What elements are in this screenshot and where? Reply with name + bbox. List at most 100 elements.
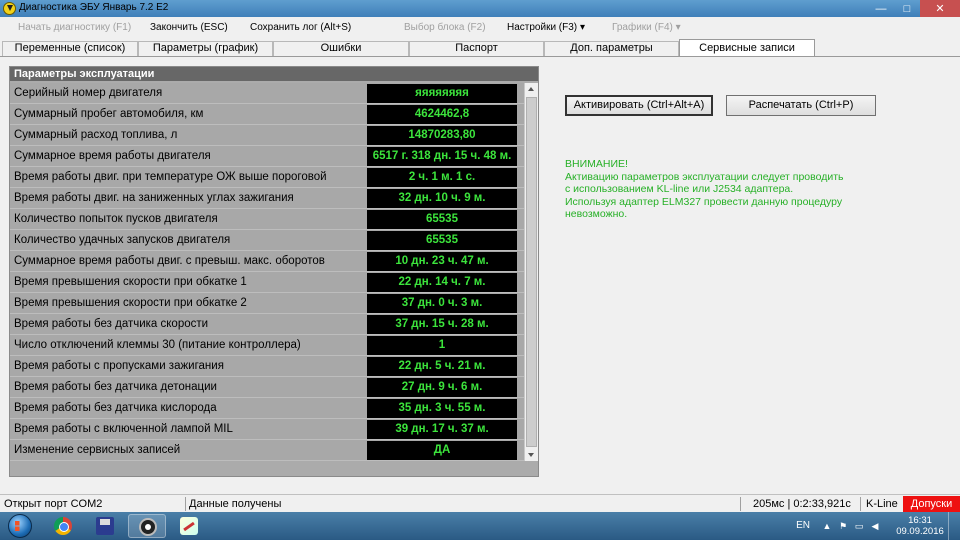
parameter-value: 1 (367, 336, 517, 355)
save-disk-icon (96, 517, 114, 535)
menu-save-log[interactable]: Сохранить лог (Alt+S) (250, 22, 351, 33)
parameter-value: 39 дн. 17 ч. 37 м. (367, 420, 517, 439)
table-row: Время работы двиг. при температуре ОЖ вы… (10, 167, 524, 188)
parameter-value: ДА (367, 441, 517, 460)
menu-select-unit[interactable]: Выбор блока (F2) (404, 22, 486, 33)
parameter-label: Серийный номер двигателя (14, 87, 163, 99)
clock[interactable]: 16:31 09.09.2016 (896, 515, 944, 537)
status-line: K-Line (866, 498, 898, 510)
tray-arrow-icon[interactable]: ▲ (822, 521, 832, 531)
diagnostics-icon (139, 518, 157, 536)
taskbar-app-paint[interactable] (170, 514, 208, 538)
parameter-value: 10 дн. 23 ч. 47 м. (367, 252, 517, 271)
tab-passport[interactable]: Паспорт (409, 41, 544, 56)
scroll-up-icon[interactable] (525, 83, 538, 96)
tab-service-records[interactable]: Сервисные записи (679, 39, 815, 56)
activate-button[interactable]: Активировать (Ctrl+Alt+A) (565, 95, 713, 116)
parameter-value: 22 дн. 5 ч. 21 м. (367, 357, 517, 376)
windows-taskbar: EN ▲ ⚑ ▭ ◀ 16:31 09.09.2016 (0, 512, 960, 540)
scroll-thumb[interactable] (526, 97, 537, 447)
language-indicator[interactable]: EN (796, 520, 810, 531)
menu-finish[interactable]: Закончить (ESC) (150, 22, 228, 33)
table-row: Время превышения скорости при обкатке 2 3… (10, 293, 524, 314)
window-title: Диагностика ЭБУ Январь 7.2 Е2 (19, 2, 169, 13)
parameter-value: 65535 (367, 210, 517, 229)
warning-message: ВНИМАНИЕ! Активацию параметров эксплуата… (565, 158, 865, 221)
chevron-down-icon: ▾ (675, 22, 681, 33)
parameter-label: Время работы без датчика скорости (14, 318, 209, 330)
table-row: Время работы двиг. на заниженных углах з… (10, 188, 524, 209)
minimize-button[interactable]: — (868, 0, 894, 17)
panel-title: Параметры эксплуатации (10, 67, 538, 81)
clock-date: 09.09.2016 (896, 526, 944, 537)
table-row: Количество попыток пусков двигателя 65535 (10, 209, 524, 230)
taskbar-app-chrome[interactable] (44, 514, 82, 538)
table-row: Изменение сервисных записей ДА (10, 440, 524, 461)
window-controls: — □ ✕ (868, 0, 960, 17)
close-button[interactable]: ✕ (920, 0, 960, 17)
scroll-down-icon[interactable] (525, 448, 538, 461)
parameter-label: Время работы без датчика детонации (14, 381, 217, 393)
parameter-label: Суммарное время работы двигателя (14, 150, 211, 162)
clock-time: 16:31 (908, 515, 932, 526)
table-row: Время работы без датчика детонации 27 дн.… (10, 377, 524, 398)
table-row: Суммарное время работы двигателя 6517 г. … (10, 146, 524, 167)
parameter-label: Суммарное время работы двиг. с превыш. м… (14, 255, 325, 267)
tab-extra-parameters[interactable]: Доп. параметры (544, 41, 679, 56)
status-timing: 205мс | 0:2:33,921с (753, 498, 851, 510)
parameter-value: 32 дн. 10 ч. 9 м. (367, 189, 517, 208)
status-bar: Открыт порт COM2 Данные получены 205мс |… (0, 494, 960, 512)
windows-logo-icon (8, 514, 32, 538)
table-row: Время работы с пропусками зажигания 22 дн… (10, 356, 524, 377)
parameter-label: Время работы с пропусками зажигания (14, 360, 224, 372)
tab-variables-list[interactable]: Переменные (список) (2, 41, 138, 56)
parameter-value: 65535 (367, 231, 517, 250)
parameter-value: 22 дн. 14 ч. 7 м. (367, 273, 517, 292)
parameter-value: 14870283,80 (367, 126, 517, 145)
parameter-value: 37 дн. 0 ч. 3 м. (367, 294, 517, 313)
show-desktop-button[interactable] (948, 512, 960, 540)
menu-start-diagnostics[interactable]: Начать диагностику (F1) (18, 22, 131, 33)
taskbar-app-disk[interactable] (86, 514, 124, 538)
system-tray: EN ▲ ⚑ ▭ ◀ 16:31 09.09.2016 (760, 512, 960, 540)
parameter-label: Время работы с включенной лампой MIL (14, 423, 233, 435)
tab-divider (0, 56, 960, 57)
warning-line: невозможно. (565, 208, 628, 220)
tab-parameters-chart[interactable]: Параметры (график) (138, 41, 273, 56)
parameter-label: Суммарный расход топлива, л (14, 129, 178, 141)
menu-settings[interactable]: Настройки (F3) ▾ (507, 22, 585, 33)
parameter-label: Время превышения скорости при обкатке 1 (14, 276, 247, 288)
app-logo-icon (3, 2, 16, 15)
parameter-label: Изменение сервисных записей (14, 444, 181, 456)
tab-errors[interactable]: Ошибки (273, 41, 409, 56)
parameter-label: Суммарный пробег автомобиля, км (14, 108, 204, 120)
taskbar-app-diagnostics[interactable] (128, 514, 166, 538)
tab-bar: Переменные (список) Параметры (график) О… (0, 39, 960, 56)
table-row: Время превышения скорости при обкатке 1 2… (10, 272, 524, 293)
table-row: Суммарный пробег автомобиля, км 4624462,8 (10, 104, 524, 125)
print-button[interactable]: Распечатать (Ctrl+P) (726, 95, 876, 116)
status-separator (860, 497, 861, 511)
parameter-label: Время работы без датчика кислорода (14, 402, 217, 414)
menu-bar: Начать диагностику (F1) Закончить (ESC) … (0, 17, 960, 39)
table-row: Время работы с включенной лампой MIL 39 д… (10, 419, 524, 440)
volume-icon[interactable]: ◀ (870, 521, 880, 531)
warning-line: ВНИМАНИЕ! (565, 158, 628, 170)
operation-parameters-panel: Параметры эксплуатации Серийный номер дв… (9, 66, 539, 477)
warning-line: с использованием KL-line или J2534 адапт… (565, 183, 794, 195)
vertical-scrollbar[interactable] (524, 83, 538, 461)
status-port: Открыт порт COM2 (4, 498, 103, 510)
table-row: Число отключений клеммы 30 (питание конт… (10, 335, 524, 356)
parameter-label: Количество удачных запусков двигателя (14, 234, 231, 246)
parameter-value: 4624462,8 (367, 105, 517, 124)
menu-charts[interactable]: Графики (F4) ▾ (612, 22, 681, 33)
table-row: Время работы без датчика кислорода 35 дн.… (10, 398, 524, 419)
table-row: Серийный номер двигателя яяяяяяяя (10, 83, 524, 104)
parameter-label: Время работы двиг. на заниженных углах з… (14, 192, 294, 204)
table-row: Суммарное время работы двиг. с превыш. м… (10, 251, 524, 272)
display-icon[interactable]: ▭ (854, 521, 864, 531)
title-bar: Диагностика ЭБУ Январь 7.2 Е2 — □ ✕ (0, 0, 960, 17)
start-button[interactable] (2, 513, 38, 539)
flag-icon[interactable]: ⚑ (838, 521, 848, 531)
maximize-button[interactable]: □ (894, 0, 920, 17)
